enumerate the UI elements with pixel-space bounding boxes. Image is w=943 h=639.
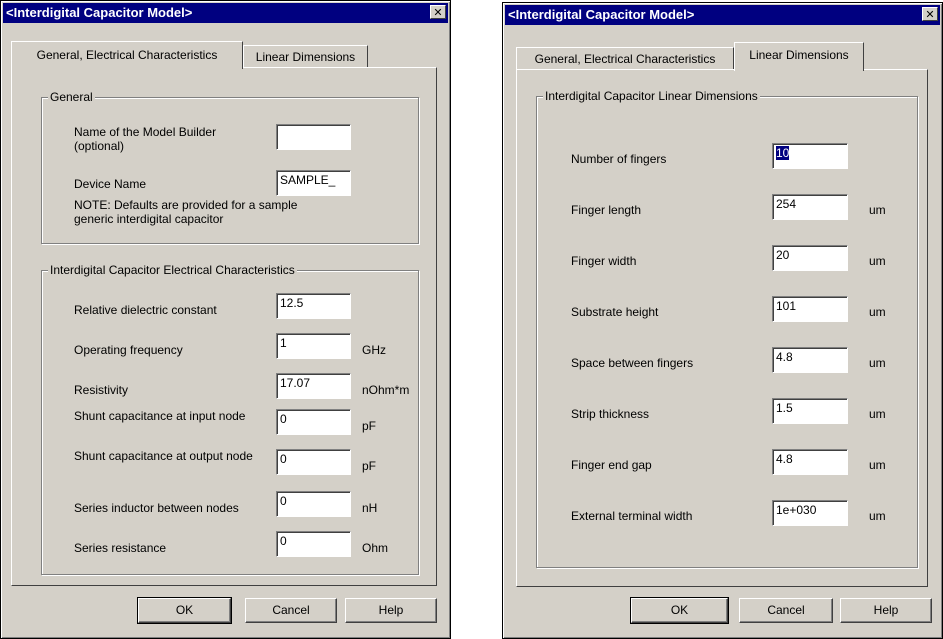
note-text: NOTE: Defaults are provided for a sample… <box>74 198 298 226</box>
left-help-button[interactable]: Help <box>345 598 437 623</box>
right-dialog: <Interdigital Capacitor Model> ✕ General… <box>502 2 943 639</box>
general-legend: General <box>48 90 95 104</box>
right-cancel-button[interactable]: Cancel <box>739 598 833 623</box>
right-close-button[interactable]: ✕ <box>922 7 938 21</box>
linear-row-field[interactable]: 20 <box>772 245 848 271</box>
linear-row-value: 10 <box>776 146 790 160</box>
electrical-row-field[interactable]: 0 <box>276 491 351 517</box>
linear-row-value: 1.5 <box>776 401 793 415</box>
electrical-row-field[interactable]: 1 <box>276 333 351 359</box>
left-dialog: <Interdigital Capacitor Model> ✕ General… <box>0 0 451 639</box>
linear-group: Interdigital Capacitor Linear Dimensions… <box>536 89 918 568</box>
left-close-button[interactable]: ✕ <box>430 5 446 19</box>
linear-row-unit: um <box>869 407 886 421</box>
linear-row-unit: um <box>869 254 886 268</box>
right-tab-linear[interactable]: Linear Dimensions <box>734 42 864 71</box>
electrical-row-unit: pF <box>362 459 377 473</box>
linear-row-value: 4.8 <box>776 350 793 364</box>
left-title: <Interdigital Capacitor Model> <box>6 5 193 20</box>
linear-row-value: 20 <box>776 248 790 262</box>
linear-row-label: Space between fingers <box>571 356 694 370</box>
linear-row-field[interactable]: 4.8 <box>772 449 848 475</box>
linear-row-field[interactable]: 1e+030 <box>772 500 848 526</box>
electrical-row-unit: GHz <box>362 343 386 357</box>
linear-row-field[interactable]: 1.5 <box>772 398 848 424</box>
linear-row-field[interactable]: 10 <box>772 143 848 169</box>
electrical-row-unit: pF <box>362 419 377 433</box>
electrical-row-unit: nOhm*m <box>362 383 410 397</box>
builder-field[interactable] <box>276 124 351 150</box>
electrical-group: Interdigital Capacitor Electrical Charac… <box>41 263 419 575</box>
tab-label: Linear Dimensions <box>255 50 356 64</box>
linear-row-field[interactable]: 254 <box>772 194 848 220</box>
electrical-row-label: Shunt capacitance at input node <box>74 409 246 423</box>
electrical-row-field[interactable]: 17.07 <box>276 373 351 399</box>
linear-row-value: 254 <box>776 197 797 211</box>
tab-label: Linear Dimensions <box>749 48 849 62</box>
electrical-row-label: Series resistance <box>74 541 167 555</box>
linear-row-label: Finger length <box>571 203 642 217</box>
linear-row-value: 1e+030 <box>776 503 817 517</box>
electrical-row-label: Relative dielectric constant <box>74 303 217 317</box>
right-title: <Interdigital Capacitor Model> <box>508 7 695 22</box>
left-ok-button[interactable]: OK <box>137 597 232 624</box>
electrical-row-label: Series inductor between nodes <box>74 501 239 515</box>
linear-row-label: Strip thickness <box>571 407 650 421</box>
close-icon: ✕ <box>925 8 935 21</box>
electrical-row-field[interactable]: 12.5 <box>276 293 351 319</box>
device-field[interactable]: SAMPLE_ <box>276 170 351 196</box>
electrical-row-unit: Ohm <box>362 541 389 555</box>
linear-row-field[interactable]: 101 <box>772 296 848 322</box>
linear-row-label: Number of fingers <box>571 152 667 166</box>
right-help-button[interactable]: Help <box>840 598 932 623</box>
linear-legend: Interdigital Capacitor Linear Dimensions <box>543 89 760 103</box>
electrical-row-field[interactable]: 0 <box>276 531 351 557</box>
tab-label: General, Electrical Characteristics <box>534 52 716 66</box>
electrical-legend: Interdigital Capacitor Electrical Charac… <box>48 263 297 277</box>
linear-row-unit: um <box>869 203 886 217</box>
left-tab-linear[interactable]: Linear Dimensions <box>243 45 368 67</box>
linear-row-value: 4.8 <box>776 452 793 466</box>
general-group: General Name of the Model Builder (optio… <box>41 90 419 244</box>
linear-row-label: Finger width <box>571 254 637 268</box>
electrical-row-unit: nH <box>362 501 378 515</box>
linear-row-value: 101 <box>776 299 797 313</box>
linear-row-unit: um <box>869 509 886 523</box>
electrical-row-label: Operating frequency <box>74 343 183 357</box>
right-ok-button[interactable]: OK <box>630 597 729 624</box>
close-icon: ✕ <box>433 6 443 19</box>
linear-row-unit: um <box>869 305 886 319</box>
device-label: Device Name <box>74 177 147 191</box>
builder-label: Name of the Model Builder (optional) <box>74 125 217 153</box>
electrical-row-label: Resistivity <box>74 383 129 397</box>
electrical-row-field[interactable]: 0 <box>276 449 351 475</box>
electrical-row-label: Shunt capacitance at output node <box>74 449 253 463</box>
left-cancel-button[interactable]: Cancel <box>245 598 337 623</box>
linear-row-label: Finger end gap <box>571 458 652 472</box>
linear-row-unit: um <box>869 356 886 370</box>
left-tab-general[interactable]: General, Electrical Characteristics <box>11 41 243 69</box>
linear-row-label: Substrate height <box>571 305 659 319</box>
right-tab-general[interactable]: General, Electrical Characteristics <box>516 47 734 69</box>
linear-row-label: External terminal width <box>571 509 693 523</box>
right-title-bar: <Interdigital Capacitor Model> ✕ <box>505 5 940 25</box>
left-title-bar: <Interdigital Capacitor Model> ✕ <box>3 3 448 23</box>
linear-row-unit: um <box>869 458 886 472</box>
electrical-row-field[interactable]: 0 <box>276 409 351 435</box>
linear-row-field[interactable]: 4.8 <box>772 347 848 373</box>
tab-label: General, Electrical Characteristics <box>36 48 218 62</box>
